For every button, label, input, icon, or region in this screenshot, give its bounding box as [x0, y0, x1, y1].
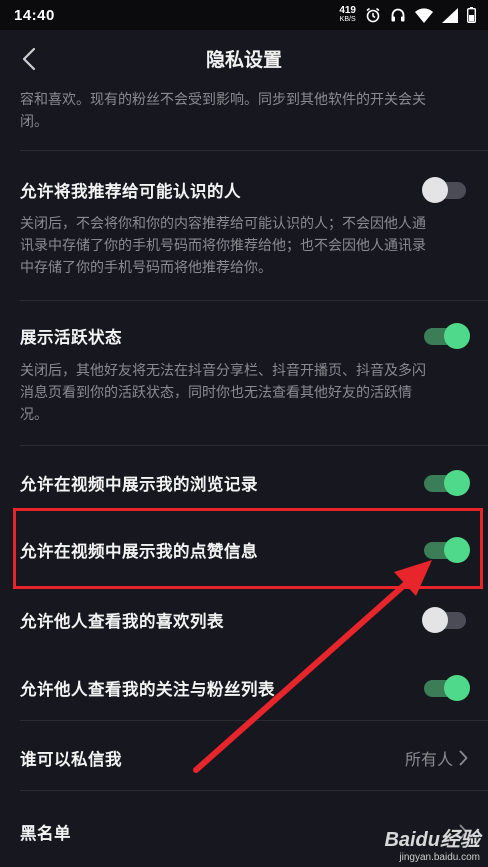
watermark-site: jingyan.baidu.com: [399, 852, 480, 863]
top-description: 容和喜欢。现有的粉丝不会受到影响。同步到其他软件的开关会关 闭。: [0, 88, 488, 132]
headphones-icon: [391, 8, 405, 22]
setting-label: 谁可以私信我: [20, 751, 122, 769]
chevron-left-icon: [22, 47, 36, 71]
setting-active-status: 展示活跃状态: [0, 316, 488, 356]
setting-label: 展示活跃状态: [20, 329, 122, 347]
setting-follow-list: 允许他人查看我的关注与粉丝列表: [0, 668, 488, 708]
setting-label: 允许他人查看我的关注与粉丝列表: [20, 681, 275, 699]
recommend-description: 关闭后，不会将你和你的内容推荐给可能认识的人；不会因他人通 讯录中存储了你的手机…: [0, 212, 488, 278]
divider: [20, 445, 488, 446]
active-status-description: 关闭后，其他好友将无法在抖音分享栏、抖音开播页、抖音及多闪 消息页看到你的活跃状…: [0, 359, 488, 425]
setting-label: 允许他人查看我的喜欢列表: [20, 613, 224, 631]
top-description-line: 闭。: [20, 113, 48, 129]
divider: [20, 790, 488, 791]
annotation-highlight-box: [13, 508, 483, 589]
description-line: 关闭后，其他好友将无法在抖音分享栏、抖音开播页、抖音及多闪: [20, 362, 426, 378]
follow-list-toggle[interactable]: [424, 675, 470, 701]
top-description-line: 容和喜欢。现有的粉丝不会受到影响。同步到其他软件的开关会关: [20, 91, 426, 107]
network-speed: 419 KB/S: [339, 6, 356, 24]
back-button[interactable]: [14, 44, 44, 74]
battery-icon: [467, 7, 476, 23]
status-bar: 14:40 419 KB/S: [0, 0, 488, 30]
description-line: 中存储了你的手机号码而将他推荐给你。: [20, 259, 272, 275]
setting-browse-history: 允许在视频中展示我的浏览记录: [0, 463, 488, 503]
chevron-right-icon: [459, 750, 468, 766]
divider: [20, 720, 488, 721]
setting-label: 允许在视频中展示我的浏览记录: [20, 476, 258, 494]
setting-label: 允许将我推荐给可能认识的人: [20, 183, 241, 201]
like-list-toggle[interactable]: [422, 607, 468, 633]
active-status-toggle[interactable]: [424, 323, 470, 349]
baidu-watermark: Baidu经验 jingyan.baidu.com: [384, 823, 480, 863]
description-line: 关闭后，不会将你和你的内容推荐给可能认识的人；不会因他人通: [20, 215, 426, 231]
setting-recommend: 允许将我推荐给可能认识的人: [0, 170, 488, 210]
alarm-icon: [366, 7, 380, 23]
description-line: 消息页看到你的活跃状态，同时你也无法查看其他好友的活跃情: [20, 384, 412, 400]
status-icons: 419 KB/S: [339, 6, 476, 24]
description-line: 况。: [20, 406, 48, 422]
setting-private-message[interactable]: 谁可以私信我 所有人: [0, 738, 488, 778]
divider: [20, 300, 488, 301]
status-time: 14:40: [14, 6, 55, 24]
page-title: 隐私设置: [205, 49, 282, 71]
toggle-knob: [444, 323, 470, 349]
setting-like-list: 允许他人查看我的喜欢列表: [0, 600, 488, 640]
network-speed-value: 419: [339, 5, 356, 16]
description-line: 讯录中存储了你的手机号码而将你推荐给他；也不会因他人通讯录: [20, 237, 426, 253]
browse-history-toggle[interactable]: [424, 470, 470, 496]
signal-icon: [442, 7, 458, 23]
wifi-icon: [415, 7, 433, 23]
toggle-knob: [422, 177, 448, 203]
toggle-knob: [444, 470, 470, 496]
divider: [20, 150, 488, 151]
toggle-knob: [444, 675, 470, 701]
recommend-toggle[interactable]: [422, 177, 468, 203]
setting-value: 所有人: [404, 752, 453, 769]
watermark-brand: Baidu经验: [384, 829, 480, 851]
network-speed-unit: KB/S: [339, 16, 356, 23]
nav-bar: 隐私设置: [0, 30, 488, 86]
toggle-knob: [422, 607, 448, 633]
